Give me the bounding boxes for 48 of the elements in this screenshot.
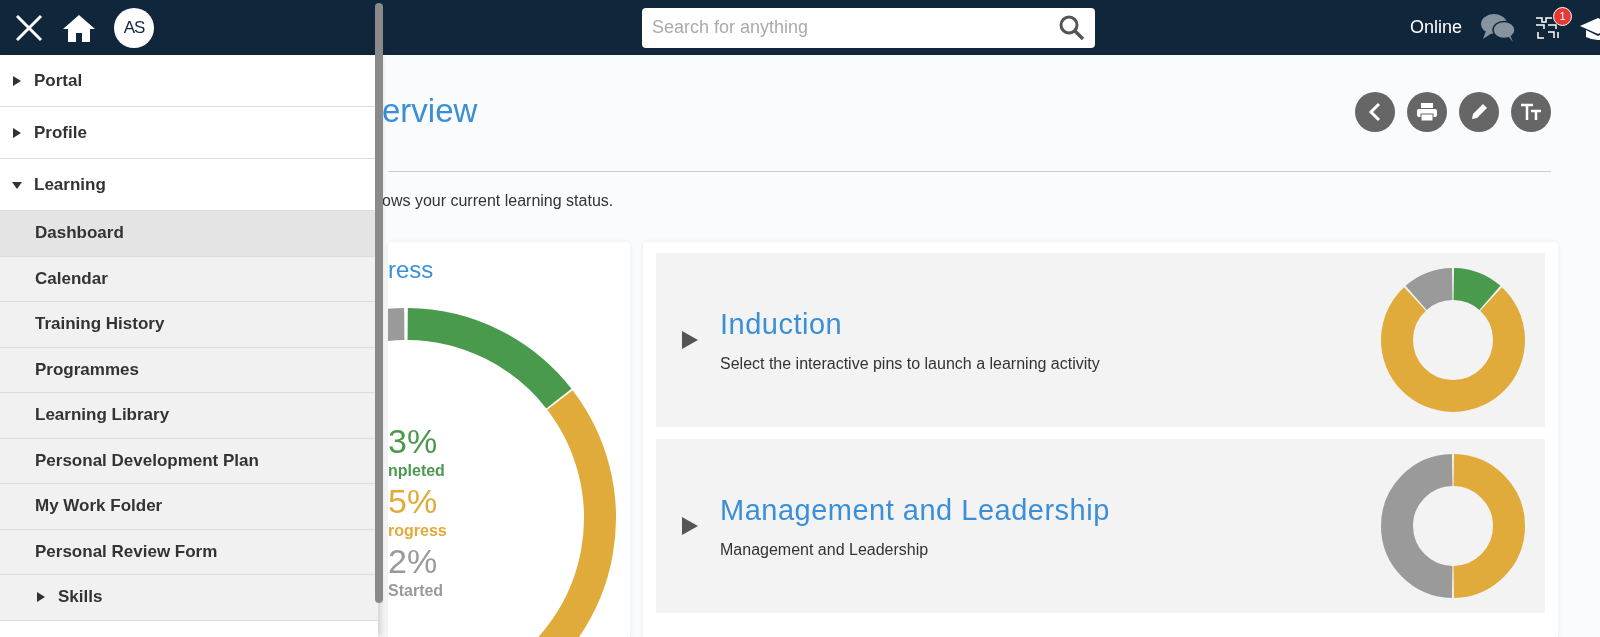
menu-item[interactable]: Portal <box>0 55 378 107</box>
menu-item[interactable]: Calendar <box>0 256 378 302</box>
stat-label: npleted <box>388 461 445 481</box>
close-button[interactable] <box>14 12 44 43</box>
caret-right-icon <box>36 592 46 603</box>
menu-item[interactable]: Programmes <box>0 347 378 393</box>
edit-button[interactable] <box>1459 91 1499 132</box>
stat-value: 3% <box>388 424 438 458</box>
programme-card[interactable]: Induction Select the interactive pins to launch a learning activity <box>656 253 1545 427</box>
search-field[interactable]: Search for anything <box>642 7 1095 48</box>
intro-text: ows your current learning status. <box>382 192 615 210</box>
programme-description: Management and Leadership <box>720 540 930 559</box>
menu-item[interactable]: Profile <box>0 107 378 159</box>
programme-description: Select the interactive pins to launch a learning activity <box>720 354 1101 373</box>
menu-item[interactable]: Dashboard <box>0 211 378 257</box>
text-size-icon <box>1520 102 1542 121</box>
stat-label: Started <box>388 581 444 601</box>
menu-item[interactable]: Personal Development Plan <box>0 438 378 484</box>
online-status: Online <box>1409 17 1462 38</box>
back-button[interactable] <box>1355 91 1395 132</box>
search-icon[interactable] <box>1059 14 1085 41</box>
card-title: ress <box>388 256 435 284</box>
menu-item[interactable]: Training History <box>0 302 378 348</box>
stat-label: rogress <box>388 521 447 541</box>
menu-item[interactable]: My Work Folder <box>0 484 378 530</box>
menu-item[interactable]: Learning <box>0 159 378 211</box>
pencil-icon <box>1469 101 1489 122</box>
avatar[interactable]: AS <box>114 7 154 48</box>
scrollbar[interactable] <box>375 3 383 603</box>
print-button[interactable] <box>1407 91 1447 132</box>
stat-value: 2% <box>388 544 438 578</box>
network-icon[interactable] <box>1534 14 1562 41</box>
page-title: erview <box>382 91 478 131</box>
text-size-button[interactable] <box>1511 91 1551 132</box>
play-icon[interactable] <box>682 331 698 349</box>
programme-card[interactable]: Management and Leadership Management and Leadership <box>656 439 1545 613</box>
menu-item[interactable]: Learning Library <box>0 393 378 439</box>
caret-down-icon <box>12 179 22 190</box>
chevron-left-icon <box>1367 101 1383 122</box>
menu-item[interactable]: Personal Review Form <box>0 529 378 575</box>
caret-right-icon <box>12 75 22 86</box>
notification-badge: 1 <box>1553 6 1572 26</box>
menu-item[interactable]: Skills <box>0 575 378 621</box>
printer-icon <box>1416 101 1438 122</box>
play-icon[interactable] <box>682 517 698 535</box>
stat-value: 5% <box>388 484 438 518</box>
home-icon[interactable] <box>62 12 96 43</box>
caret-right-icon <box>12 127 22 138</box>
